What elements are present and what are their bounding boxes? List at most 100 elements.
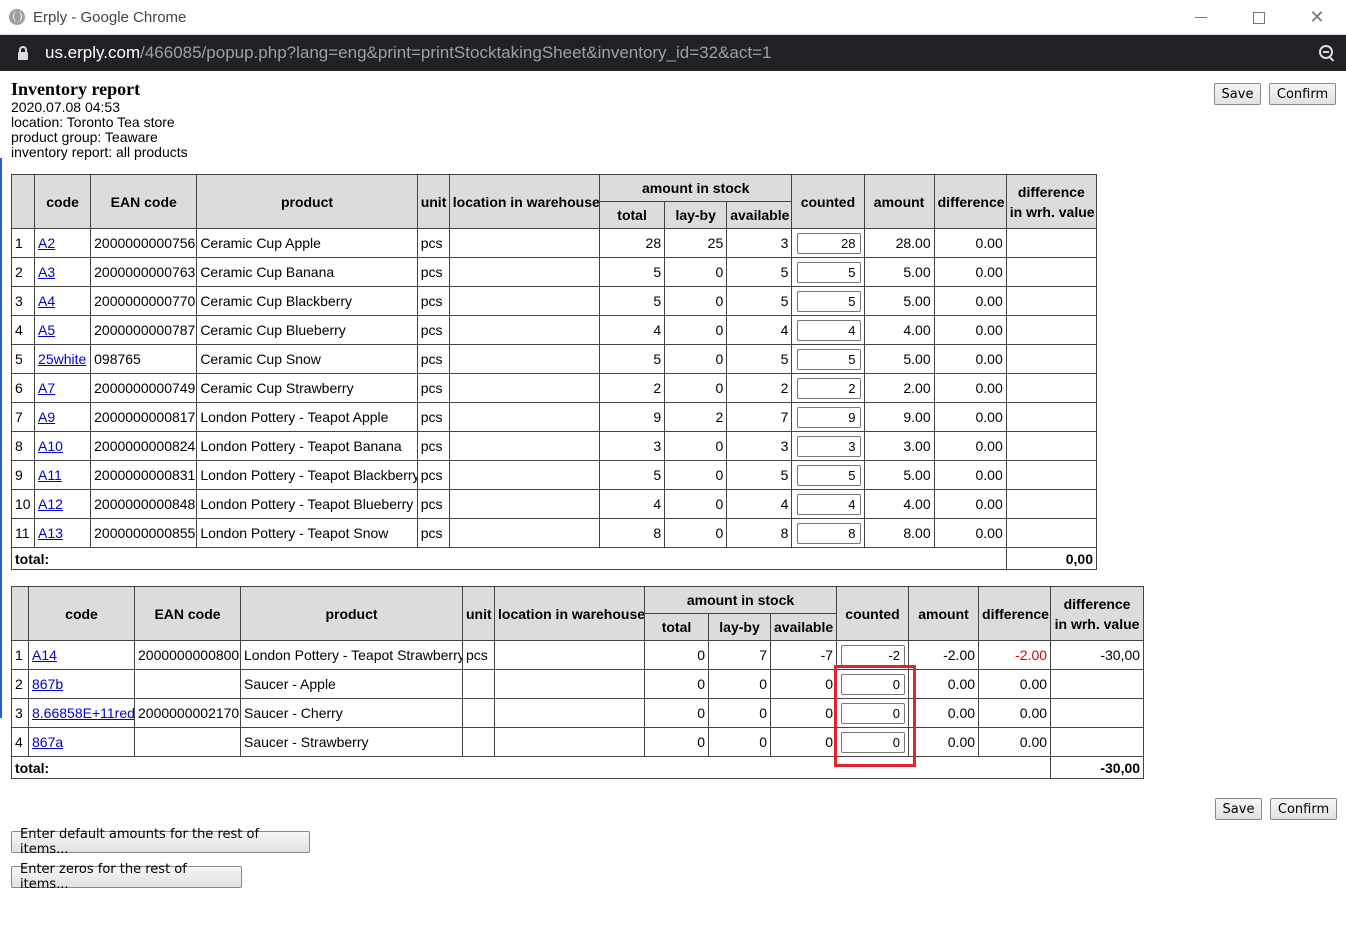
row-index: 2	[10, 257, 36, 287]
location-cell	[448, 257, 601, 287]
minimize-button[interactable]	[1172, 0, 1230, 35]
diff-value-cell	[1005, 489, 1098, 519]
code-cell: A9	[34, 402, 92, 432]
col-diff-value-line1: difference	[1017, 183, 1085, 200]
zoom-icon[interactable]	[1318, 44, 1336, 62]
counted-input[interactable]	[796, 493, 861, 515]
report-product-group: product group: Teaware	[11, 129, 158, 145]
layby-cell: 0	[708, 727, 771, 757]
page-content: Inventory report 2020.07.08 04:53 locati…	[0, 71, 1346, 928]
product-code-link[interactable]: A3	[38, 264, 55, 280]
location-cell	[448, 402, 601, 432]
amount-cell: 5.00	[863, 344, 935, 374]
ean-cell: 2000000000824	[90, 431, 198, 461]
amount-cell: 5.00	[863, 257, 935, 287]
save-button-bottom[interactable]: Save	[1215, 798, 1262, 820]
diff-value-cell	[1005, 431, 1098, 461]
counted-input[interactable]	[796, 377, 861, 399]
product-cell: Saucer - Strawberry	[240, 727, 463, 757]
total-cell: 3	[599, 431, 666, 461]
ean-cell	[134, 727, 241, 757]
url-text[interactable]: us.erply.com/466085/popup.php?lang=eng&p…	[45, 43, 771, 63]
counted-input[interactable]	[796, 435, 861, 457]
minimize-icon	[1195, 17, 1207, 18]
table-row: 1 A2 2000000000756 Ceramic Cup Apple pcs 28 25…	[10, 228, 1098, 258]
row-index: 3	[11, 698, 29, 728]
product-cell: Ceramic Cup Blackberry	[196, 286, 418, 316]
table-row: 6 A7 2000000000749 Ceramic Cup Strawberry pc…	[10, 373, 1098, 403]
counted-cell	[836, 640, 910, 670]
counted-input[interactable]	[841, 644, 906, 666]
enter-zeros-button[interactable]: Enter zeros for the rest of items...	[11, 862, 242, 892]
available-cell: 5	[726, 460, 793, 490]
ean-cell: 2000000000756	[90, 228, 198, 258]
product-code-link[interactable]: A10	[38, 438, 63, 454]
diff-value-cell	[1050, 669, 1145, 699]
product-code-link[interactable]: A13	[38, 525, 63, 541]
counted-input[interactable]	[796, 261, 861, 283]
available-cell: 7	[726, 402, 793, 432]
product-code-link[interactable]: 8.66858E+11red	[32, 705, 134, 721]
enter-default-amounts-button[interactable]: Enter default amounts for the rest of it…	[11, 827, 310, 857]
counted-input[interactable]	[796, 348, 861, 370]
product-code-link[interactable]: A7	[38, 380, 55, 396]
confirm-button-top[interactable]: Confirm	[1269, 83, 1336, 105]
product-code-link[interactable]: A5	[38, 322, 55, 338]
code-cell: A12	[34, 489, 92, 519]
counted-input[interactable]	[796, 522, 861, 544]
table-1-body: 1 A2 2000000000756 Ceramic Cup Apple pcs 28 25…	[10, 228, 1098, 570]
layby-cell: 0	[664, 460, 728, 490]
counted-input[interactable]	[841, 702, 906, 724]
unit-cell: pcs	[416, 373, 450, 403]
product-code-link[interactable]: A9	[38, 409, 55, 425]
counted-cell	[791, 489, 865, 519]
product-code-link[interactable]: A11	[38, 467, 62, 483]
counted-cell	[791, 373, 865, 403]
code-cell: A5	[34, 315, 92, 345]
unit-cell: pcs	[416, 286, 450, 316]
counted-input[interactable]	[796, 290, 861, 312]
table-row: 4867aSaucer - Strawberry0000.000.00	[11, 727, 1145, 757]
total-label: total:	[11, 547, 1007, 570]
product-code-link[interactable]: A12	[38, 496, 63, 512]
location-cell	[448, 431, 601, 461]
available-cell: -7	[769, 640, 838, 670]
counted-input[interactable]	[796, 464, 861, 486]
close-button[interactable]: ✕	[1288, 0, 1346, 35]
counted-cell	[791, 402, 865, 432]
unit-cell: pcs	[416, 402, 450, 432]
product-code-link[interactable]: A2	[38, 235, 55, 251]
product-code-link[interactable]: A14	[32, 647, 57, 663]
code-cell: 867b	[28, 669, 135, 699]
col-amount: amount	[863, 174, 935, 229]
code-cell: 25white	[34, 344, 92, 374]
available-cell: 0	[769, 727, 838, 757]
address-bar[interactable]: us.erply.com/466085/popup.php?lang=eng&p…	[0, 35, 1346, 71]
product-cell: London Pottery - Teapot Snow	[196, 518, 418, 548]
save-button-top[interactable]: Save	[1214, 83, 1261, 105]
amount-cell: 4.00	[863, 489, 935, 519]
row-index: 9	[10, 460, 36, 490]
location-cell	[448, 518, 601, 548]
product-code-link[interactable]: 867a	[32, 734, 63, 750]
maximize-button[interactable]	[1230, 0, 1288, 35]
product-code-link[interactable]: 867b	[32, 676, 63, 692]
counted-cell	[836, 727, 910, 757]
counted-cell	[791, 518, 865, 548]
confirm-button-bottom[interactable]: Confirm	[1270, 798, 1337, 820]
location-cell	[494, 727, 645, 757]
product-code-link[interactable]: 25white	[38, 351, 86, 367]
counted-input[interactable]	[841, 731, 906, 753]
ean-cell: 2000000000763	[90, 257, 198, 287]
row-index: 4	[10, 315, 36, 345]
unit-cell: pcs	[416, 344, 450, 374]
counted-input[interactable]	[841, 673, 906, 695]
difference-cell: 0.00	[933, 286, 1007, 316]
row-index: 3	[10, 286, 36, 316]
counted-input[interactable]	[796, 319, 861, 341]
counted-input[interactable]	[796, 232, 861, 254]
counted-input[interactable]	[796, 406, 861, 428]
diff-value-cell	[1005, 402, 1098, 432]
counted-cell	[791, 286, 865, 316]
product-code-link[interactable]: A4	[38, 293, 55, 309]
